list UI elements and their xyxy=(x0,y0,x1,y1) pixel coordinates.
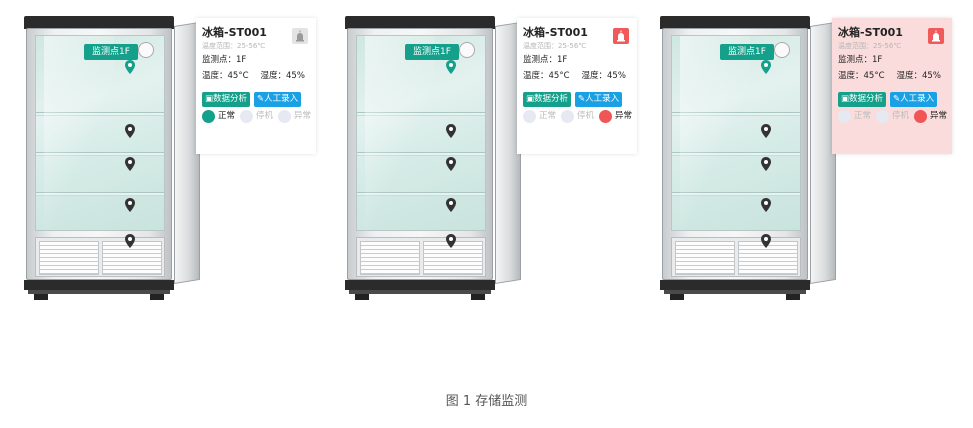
alarm-lamp-icon xyxy=(613,28,629,44)
alarm-lamp-icon xyxy=(928,28,944,44)
map-pin-icon[interactable] xyxy=(761,234,771,248)
status-normal-dot xyxy=(202,109,215,123)
map-pin-icon[interactable] xyxy=(125,124,135,138)
figure-caption: 图 1 存储监测 xyxy=(445,394,528,409)
fridge-unit-2: 监测点1F 冰箱-ST001 温度范围：25-56℃ 监测点：1F 温度：45°… xyxy=(345,0,645,310)
monitor-point-tag[interactable]: 监测点1F xyxy=(405,44,459,60)
status-normal-dot xyxy=(838,109,851,123)
status-normal-label: 正常 xyxy=(854,111,872,121)
manual-entry-button[interactable]: ✎人工录入 xyxy=(254,92,302,107)
data-analysis-button[interactable]: ▣数据分析 xyxy=(202,92,251,107)
map-pin-icon[interactable] xyxy=(125,198,135,212)
status-abnormal-label: 异常 xyxy=(615,111,633,121)
temperature-value: 温度：45°C xyxy=(838,71,885,81)
monitor-point: 监测点：1F xyxy=(523,55,568,65)
status-indicator: 正常 停机 异常 xyxy=(838,109,948,125)
monitor-point: 监测点：1F xyxy=(202,55,247,65)
map-pin-icon[interactable] xyxy=(446,234,456,248)
humidity-value: 湿度：45% xyxy=(260,71,305,81)
status-stop-dot xyxy=(240,109,254,123)
status-abnormal-label: 异常 xyxy=(294,111,312,121)
map-pin-icon[interactable] xyxy=(761,157,771,171)
data-analysis-button[interactable]: ▣数据分析 xyxy=(523,92,572,107)
fan-icon xyxy=(459,42,475,58)
status-indicator: 正常 停机 异常 xyxy=(523,109,633,125)
humidity-value: 湿度：45% xyxy=(581,71,626,81)
map-pin-icon[interactable] xyxy=(761,198,771,212)
map-pin-icon[interactable] xyxy=(446,198,456,212)
status-stop-label: 停机 xyxy=(577,111,595,121)
map-pin-icon[interactable] xyxy=(761,124,771,138)
status-stop-label: 停机 xyxy=(892,111,910,121)
fridge-unit-3: 监测点1F 冰箱-ST001 温度范围：25-56℃ 监测点：1F 温度：45°… xyxy=(660,0,960,310)
status-stop-dot xyxy=(876,109,890,123)
fan-icon xyxy=(138,42,154,58)
map-pin-icon[interactable] xyxy=(446,60,456,74)
monitor-point-tag[interactable]: 监测点1F xyxy=(720,44,774,60)
map-pin-icon[interactable] xyxy=(761,60,771,74)
map-pin-icon[interactable] xyxy=(125,60,135,74)
status-indicator: 正常 停机 异常 xyxy=(202,109,312,125)
status-normal-label: 正常 xyxy=(539,111,557,121)
device-info-card: 冰箱-ST001 温度范围：25-56℃ 监测点：1F 温度：45°C 湿度：45… xyxy=(196,18,316,154)
fridge-unit-1: 监测点1F 冰箱-ST001 温度范围：25-56℃ 监测点：1F 温度：45°… xyxy=(24,0,324,310)
map-pin-icon[interactable] xyxy=(125,157,135,171)
map-pin-icon[interactable] xyxy=(446,124,456,138)
manual-entry-button[interactable]: ✎人工录入 xyxy=(890,92,938,107)
device-info-card: 冰箱-ST001 温度范围：25-56℃ 监测点：1F 温度：45°C 湿度：45… xyxy=(832,18,952,154)
map-pin-icon[interactable] xyxy=(125,234,135,248)
status-normal-dot xyxy=(523,109,536,123)
monitor-point-tag[interactable]: 监测点1F xyxy=(84,44,138,60)
status-stop-label: 停机 xyxy=(256,111,274,121)
humidity-value: 湿度：45% xyxy=(896,71,941,81)
data-analysis-button[interactable]: ▣数据分析 xyxy=(838,92,887,107)
manual-entry-button[interactable]: ✎人工录入 xyxy=(575,92,623,107)
status-abnormal-dot xyxy=(599,109,613,123)
status-abnormal-label: 异常 xyxy=(930,111,948,121)
temperature-value: 温度：45°C xyxy=(202,71,249,81)
fan-icon xyxy=(774,42,790,58)
status-stop-dot xyxy=(561,109,575,123)
status-normal-label: 正常 xyxy=(218,111,236,121)
temperature-value: 温度：45°C xyxy=(523,71,570,81)
map-pin-icon[interactable] xyxy=(446,157,456,171)
device-info-card: 冰箱-ST001 温度范围：25-56℃ 监测点：1F 温度：45°C 湿度：45… xyxy=(517,18,637,154)
monitor-point: 监测点：1F xyxy=(838,55,883,65)
status-abnormal-dot xyxy=(914,109,928,123)
alarm-lamp-icon xyxy=(292,28,308,44)
status-abnormal-dot xyxy=(278,109,292,123)
